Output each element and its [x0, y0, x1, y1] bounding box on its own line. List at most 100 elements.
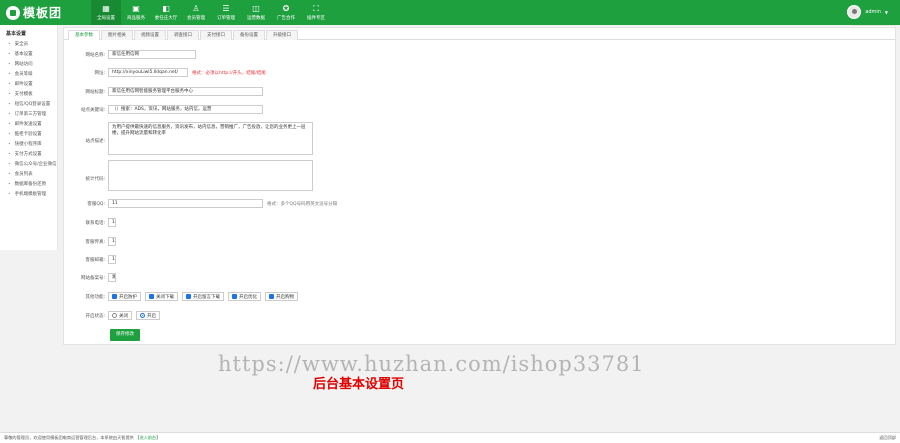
sidebar-title: 基本设置	[6, 31, 27, 37]
radio-status-off[interactable]: 关闭	[108, 311, 132, 320]
checkbox-checked-icon	[232, 294, 237, 299]
site-url-input[interactable]: http://xinyouLiwl5.lldqan.net/	[108, 68, 188, 77]
user-menu-toggle[interactable]: admin ▼	[847, 5, 888, 19]
tab-payment[interactable]: 支付接口	[200, 30, 232, 40]
sidebar-item[interactable]: 邮件设置	[0, 80, 57, 90]
sidebar-item[interactable]: 邮件发送设置	[0, 120, 57, 130]
label-keywords: 站点关键词:	[80, 107, 105, 113]
nav-item-orders[interactable]: ☰ 订单管理	[211, 0, 241, 25]
sidebar-item[interactable]: 会员等级	[0, 70, 57, 80]
logo[interactable]: 模板团	[6, 4, 62, 21]
checkbox-feature-1[interactable]: 开启防护	[108, 292, 141, 301]
icp-input[interactable]: 湘	[108, 273, 116, 282]
plugin-icon: ⛶	[313, 3, 319, 13]
order-icon: ☰	[222, 3, 230, 13]
checkbox-feature-3[interactable]: 开启留言下载	[182, 292, 224, 301]
qq-input[interactable]: 11	[108, 199, 263, 208]
row-site-name: 网站名称: 家信任用信网	[64, 50, 196, 59]
label-site-title: 网站标题:	[85, 89, 105, 95]
site-url-hint: 格式：必须以http://开头，结尾/结尾	[192, 70, 266, 76]
email-input[interactable]: 10	[108, 255, 116, 264]
label-description: 站点描述:	[85, 139, 105, 144]
nav-item-goods[interactable]: ▣ 商品服务	[121, 0, 151, 25]
footer-text: 尊敬的管理员，欢迎使用模板团电商运营管理后台，本系统由天智提供	[4, 435, 134, 440]
label-email: 客服邮箱:	[85, 257, 105, 263]
logo-text: 模板团	[23, 6, 63, 20]
sidebar-item[interactable]: 短信/QQ登录设置	[0, 100, 57, 110]
radio-selected-icon	[140, 313, 145, 318]
checkbox-checked-icon	[269, 294, 274, 299]
label-site-url: 网址:	[94, 70, 105, 76]
back-to-top-link[interactable]: 返回顶部	[879, 435, 896, 441]
row-email: 客服邮箱: 10	[64, 255, 116, 264]
row-status: 开启状态: 关闭 开启	[64, 311, 164, 320]
save-button[interactable]: 保存修改	[110, 329, 140, 341]
site-title-input[interactable]: 家信任用信网智能服务管理平台服务中心	[108, 87, 263, 96]
nav-item-ads[interactable]: ✪ 广告合作	[271, 0, 301, 25]
tab-upgrade[interactable]: 升级接口	[266, 30, 298, 40]
label-phone: 联系电话:	[85, 220, 105, 226]
tab-survey[interactable]: 调查接口	[167, 30, 199, 40]
tab-video[interactable]: 视频设置	[134, 30, 166, 40]
sidebar-item[interactable]: 手机端模板管理	[0, 190, 57, 200]
description-textarea[interactable]: 为用户提供最快速的信息服务，资讯发布，站内信息，营销推广，广告投放，让您的业务更…	[108, 122, 313, 155]
tab-basic[interactable]: 基本参数	[68, 30, 100, 40]
checkbox-feature-4[interactable]: 开启优化	[228, 292, 261, 301]
sidebar-item[interactable]: 基本设置	[0, 50, 57, 60]
radio-icon	[112, 313, 117, 318]
nav-item-global-settings[interactable]: ▦ 全局设置	[91, 0, 121, 25]
row-site-url: 网址: http://xinyouLiwl5.lldqan.net/ 格式：必须…	[64, 68, 266, 77]
row-description: 站点描述: 为用户提供最快速的信息服务，资讯发布，站内信息，营销推广，广告投放，…	[64, 122, 313, 155]
site-name-input[interactable]: 家信任用信网	[108, 50, 196, 59]
chevron-down-icon: ▼	[884, 9, 888, 15]
sidebar-item[interactable]: 订单第三方管理	[0, 110, 57, 120]
sidebar-item[interactable]: 网站访问	[0, 60, 57, 70]
user-name: admin	[865, 9, 881, 15]
sidebar-item[interactable]: 微信公众号/企业微信	[0, 160, 57, 170]
nav-label: 全局设置	[97, 15, 115, 21]
fax-input[interactable]: 10	[108, 237, 116, 246]
sidebar-item[interactable]: 数据库备份还原	[0, 180, 57, 190]
phone-input[interactable]: 14	[108, 218, 116, 227]
hall-icon: ◧	[162, 3, 170, 13]
nav-label: 广告合作	[277, 15, 295, 21]
stats-code-textarea[interactable]	[108, 160, 313, 191]
footer: 尊敬的管理员，欢迎使用模板团电商运营管理后台，本系统由天智提供 【进入前台】 返…	[0, 432, 900, 443]
chart-icon: ◫	[252, 3, 260, 13]
nav-item-members[interactable]: ♙ 会员管理	[181, 0, 211, 25]
checkbox-checked-icon	[149, 294, 154, 299]
tab-images[interactable]: 图片相关	[101, 30, 133, 40]
footer-frontend-link[interactable]: 进入前台	[139, 435, 156, 440]
tab-backup[interactable]: 备份设置	[233, 30, 265, 40]
sidebar-item[interactable]: 酷柜卡验设置	[0, 130, 57, 140]
nav-label: 运营数据	[247, 15, 265, 21]
logo-icon	[6, 5, 20, 20]
sidebar-item[interactable]: 快捷小程序库	[0, 140, 57, 150]
nav-item-data[interactable]: ◫ 运营数据	[241, 0, 271, 25]
sidebar-item[interactable]: 支付方式设置	[0, 150, 57, 160]
checkbox-checked-icon	[186, 294, 191, 299]
nav-label: 订单管理	[217, 15, 235, 21]
nav-item-plugins[interactable]: ⛶ 插件专区	[301, 0, 331, 25]
checkbox-feature-5[interactable]: 开启购物	[265, 292, 298, 301]
nav-item-hall[interactable]: ◧ 委任庄大厅	[151, 0, 181, 25]
radio-label: 开启	[147, 313, 156, 319]
label-icp: 网站备案号:	[80, 275, 105, 281]
radio-status-on[interactable]: 开启	[136, 311, 160, 320]
row-icp: 网站备案号: 湘	[64, 273, 116, 282]
label-stats-code: 统计代码:	[85, 177, 105, 182]
sidebar-item[interactable]: 会员列表	[0, 170, 57, 180]
sidebar-item[interactable]: 安全员	[0, 40, 57, 50]
nav-label: 会员管理	[187, 15, 205, 21]
row-phone: 联系电话: 14	[64, 218, 116, 227]
checkbox-feature-2[interactable]: 关闭下载	[145, 292, 178, 301]
sidebar-item[interactable]: 支付模板	[0, 90, 57, 100]
keywords-input[interactable]: （）搜索：ADS，资讯，网站服务，站内信，运营	[108, 105, 263, 114]
footer-notice: 尊敬的管理员，欢迎使用模板团电商运营管理后台，本系统由天智提供 【进入前台】	[4, 435, 161, 440]
row-stats-code: 统计代码:	[64, 160, 313, 191]
row-fax: 客服传真: 10	[64, 237, 116, 246]
label-status: 开启状态:	[85, 313, 105, 319]
watermark: https://www.huzhan.com/ishop33781	[218, 352, 645, 376]
checkbox-label: 开启留言下载	[193, 294, 220, 300]
nav-label: 插件专区	[307, 15, 325, 21]
